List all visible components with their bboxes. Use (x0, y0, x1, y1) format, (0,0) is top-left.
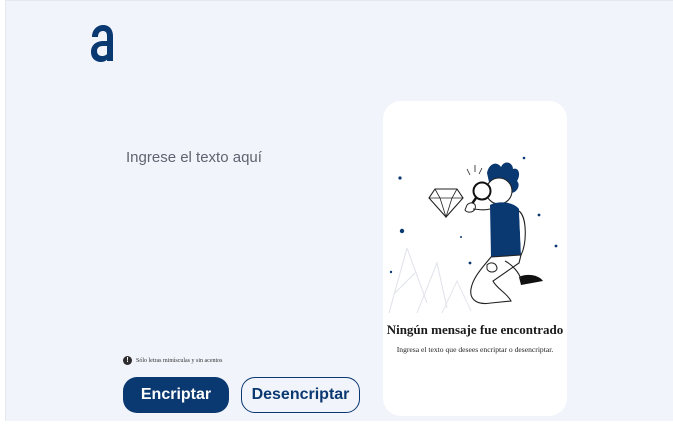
panel-title: Ningún mensaje fue encontrado (386, 322, 564, 337)
boy-with-magnifying-glass-illustration (388, 156, 558, 314)
alura-logo-icon (91, 25, 113, 62)
output-panel: Ningún mensaje fue encontrado Ingresa el… (383, 101, 567, 416)
hint-text: Sólo letras minúsculas y sin acentos (136, 357, 223, 364)
encrypt-button[interactable]: Encriptar (123, 377, 229, 413)
text-input[interactable] (126, 149, 356, 339)
panel-message: Ingresa el texto que desees encriptar o … (396, 345, 554, 354)
exclamation-circle-icon: ! (123, 356, 132, 365)
app-frame: ! Sólo letras minúsculas y sin acentos E… (5, 0, 673, 421)
hint: ! Sólo letras minúsculas y sin acentos (123, 356, 223, 365)
decrypt-button[interactable]: Desencriptar (241, 377, 360, 413)
